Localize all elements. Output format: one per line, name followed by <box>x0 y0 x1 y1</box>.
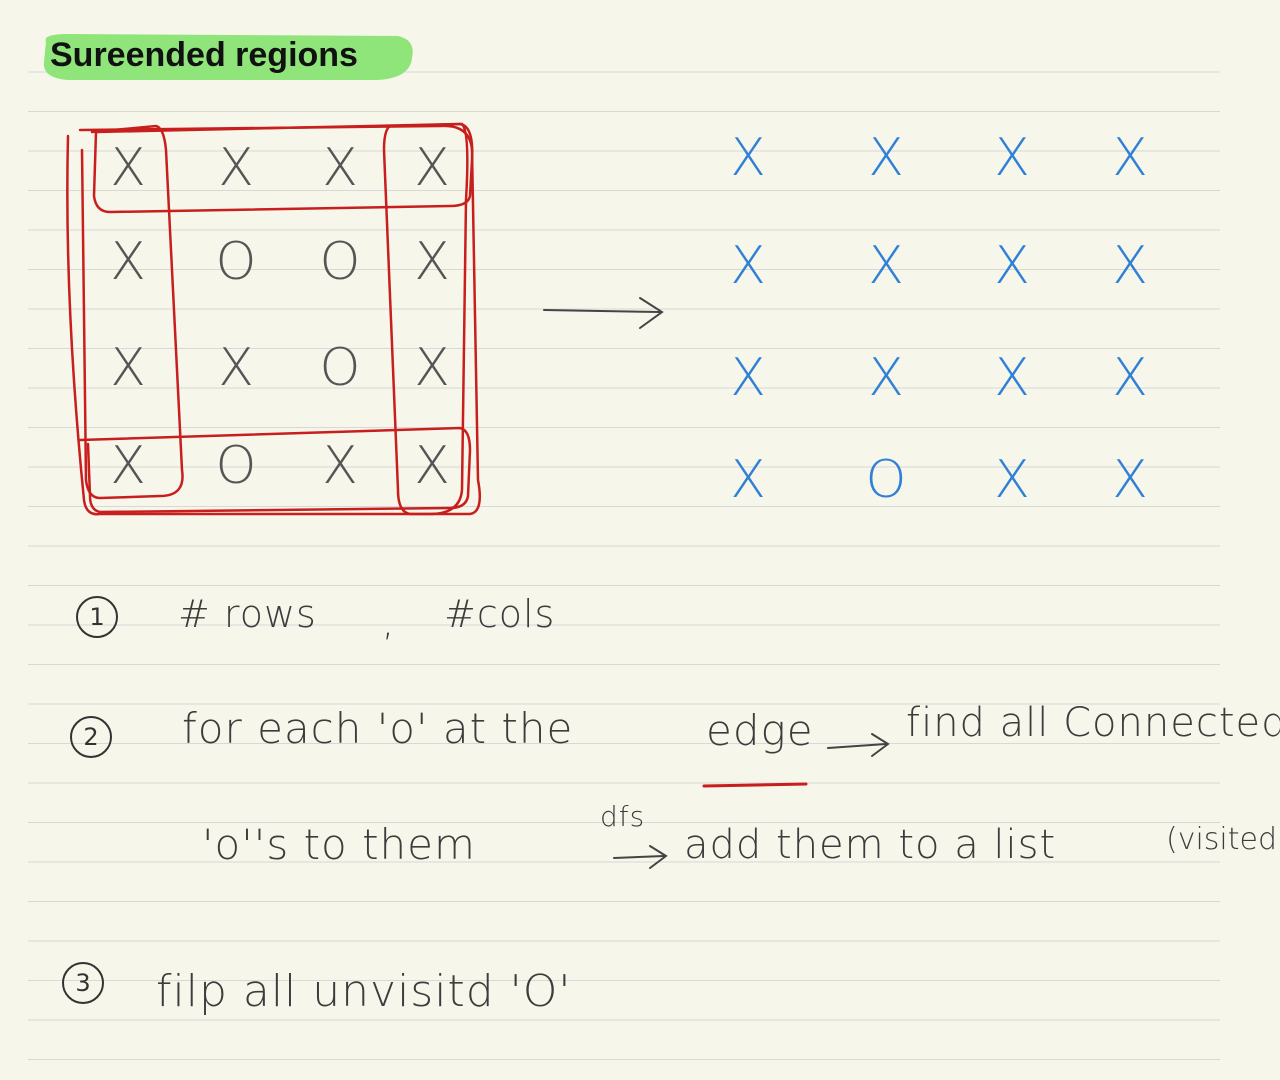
grid-cell: O <box>319 232 361 292</box>
grid-cell: X <box>868 348 904 408</box>
grid-cell: X <box>730 128 766 188</box>
grid-cell: O <box>319 338 361 398</box>
grid-cell: X <box>414 138 450 198</box>
step-3-number: 3 <box>62 962 104 1004</box>
grid-cell: X <box>414 232 450 292</box>
grid-cell: X <box>994 348 1030 408</box>
grid-cell: X <box>1112 348 1148 408</box>
grid-cell: O <box>865 450 907 510</box>
grid-cell: X <box>994 128 1030 188</box>
step-2-edge: edge <box>706 706 814 755</box>
title-highlight: Sureended regions <box>38 28 416 84</box>
step-2-dfs: dfs <box>600 800 646 833</box>
grid-cell: X <box>994 236 1030 296</box>
grid-cell: X <box>730 236 766 296</box>
step-1-number: 1 <box>76 596 118 638</box>
page-title: Sureended regions <box>50 36 358 74</box>
grid-cell: O <box>215 232 257 292</box>
grid-cell: X <box>868 236 904 296</box>
step-2-visited: (visited) <box>1166 822 1280 857</box>
grid-cell: X <box>1112 450 1148 510</box>
grid-cell: X <box>868 128 904 188</box>
step-2-text-a: for each 'o' at the <box>182 704 574 753</box>
step-2-text-c: 'o''s to them <box>202 820 476 869</box>
grid-cell: X <box>730 450 766 510</box>
grid-cell: X <box>322 436 358 496</box>
grid-cell: X <box>1112 236 1148 296</box>
grid-cell: X <box>414 436 450 496</box>
grid-cell: X <box>110 232 146 292</box>
grid-cell: O <box>215 436 257 496</box>
step-2-number: 2 <box>70 716 112 758</box>
grid-cell: X <box>322 138 358 198</box>
step-1-cols: #cols <box>444 592 556 636</box>
step-2-text-d: add them to a list <box>684 822 1057 868</box>
grid-cell: X <box>110 338 146 398</box>
grid-cell: X <box>218 338 254 398</box>
step-1-rows: # rows <box>178 592 317 636</box>
grid-cell: X <box>110 436 146 496</box>
step-1-comma: , <box>382 600 396 644</box>
grid-cell: X <box>110 138 146 198</box>
step-2-text-b: find all Connected <box>906 700 1280 746</box>
step-3-text: filp all unvisitd 'O' <box>156 966 572 1017</box>
grid-cell: X <box>218 138 254 198</box>
ruled-lines <box>28 71 1220 1060</box>
grid-cell: X <box>1112 128 1148 188</box>
grid-cell: X <box>414 338 450 398</box>
grid-cell: X <box>994 450 1030 510</box>
grid-cell: X <box>730 348 766 408</box>
